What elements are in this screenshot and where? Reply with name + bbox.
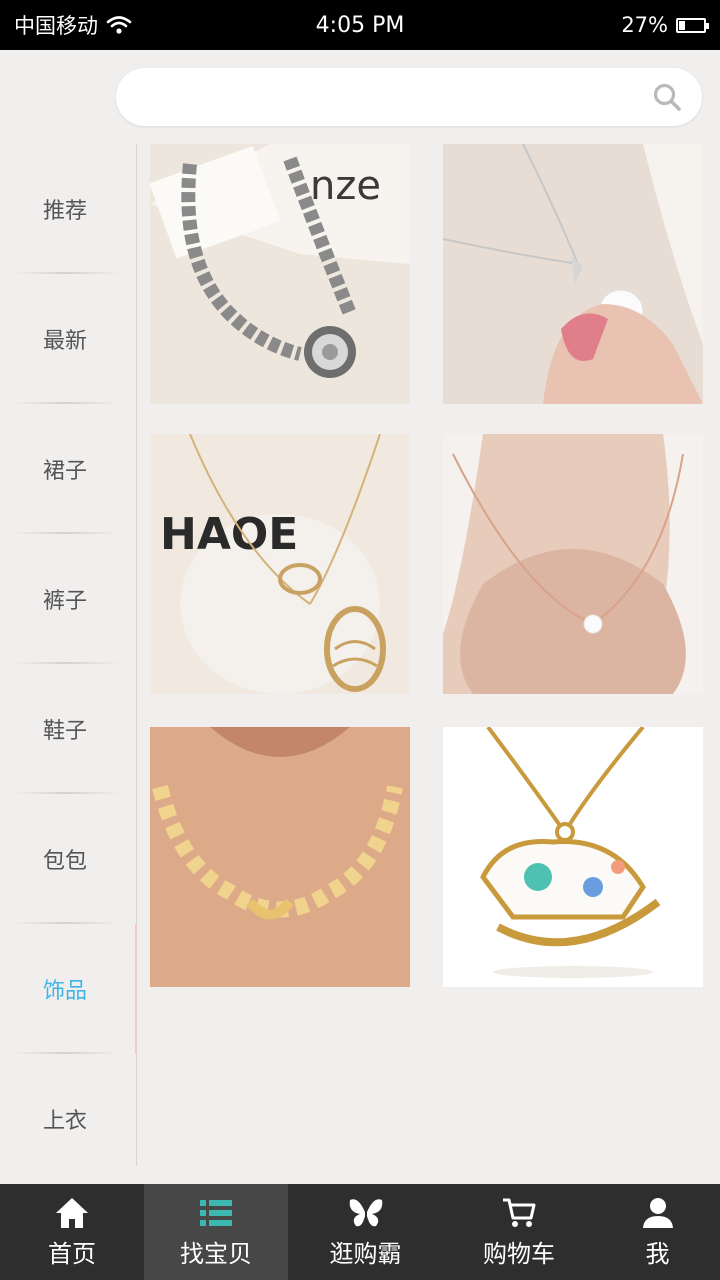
search-bar[interactable] — [116, 68, 702, 126]
butterfly-icon — [349, 1198, 382, 1226]
status-left: 中国移动 — [14, 10, 132, 40]
category-item-bags[interactable]: 包包 — [0, 794, 130, 924]
product-tile-pearl-pendant-necklace[interactable] — [443, 144, 703, 404]
home-icon — [56, 1197, 88, 1228]
category-label: 饰品 — [42, 979, 87, 1004]
category-label: 裤子 — [42, 589, 87, 614]
category-label: 上衣 — [42, 1109, 87, 1134]
nav-find-items[interactable]: 找宝贝 — [144, 1184, 288, 1280]
category-label: 裙子 — [42, 459, 87, 484]
nav-label: 找宝贝 — [180, 1239, 252, 1268]
product-image — [443, 434, 703, 694]
category-item-tops[interactable]: 上衣 — [0, 1054, 130, 1184]
product-image — [150, 727, 410, 987]
nav-browse[interactable]: 逛购霸 — [288, 1184, 443, 1280]
nav-label: 我 — [645, 1239, 670, 1268]
category-sidebar: 推荐 最新 裙子 裤子 鞋子 包包 饰品 上衣 — [0, 144, 137, 1166]
category-label: 鞋子 — [42, 719, 87, 744]
svg-text:HAOE: HAOE — [160, 509, 298, 560]
product-tile-gold-oval-pendant-necklace[interactable]: HAOE — [150, 434, 410, 694]
search-input[interactable] — [136, 76, 636, 118]
category-item-shoes[interactable]: 鞋子 — [0, 664, 130, 794]
category-label: 包包 — [42, 849, 87, 874]
battery-icon — [676, 17, 709, 33]
carrier-name: 中国移动 — [14, 14, 98, 38]
product-tile-silver-chain-necklace[interactable]: nze — [150, 144, 410, 404]
category-item-accessories[interactable]: 饰品 — [0, 924, 130, 1054]
list-icon — [200, 1199, 232, 1226]
product-image — [443, 727, 703, 987]
status-bar: 中国移动 4:05 PM 27% — [0, 0, 720, 50]
nav-me[interactable]: 我 — [595, 1184, 720, 1280]
nav-label: 购物车 — [483, 1239, 555, 1268]
category-item-recommended[interactable]: 推荐 — [0, 144, 130, 274]
nav-home[interactable]: 首页 — [0, 1184, 144, 1280]
nav-label: 逛购霸 — [329, 1239, 402, 1268]
wifi-icon — [106, 16, 132, 34]
category-item-pants[interactable]: 裤子 — [0, 534, 130, 664]
product-tile-rocking-horse-pendant[interactable] — [443, 727, 703, 987]
product-image — [443, 144, 703, 404]
product-image: HAOE — [150, 434, 410, 694]
user-icon — [642, 1197, 673, 1228]
category-label: 推荐 — [42, 199, 87, 224]
battery-percent: 27% — [621, 13, 668, 37]
category-item-newest[interactable]: 最新 — [0, 274, 130, 404]
bottom-nav: 首页 找宝贝 逛购霸 购物车 我 — [0, 1184, 720, 1280]
status-right: 27% — [621, 13, 709, 37]
product-image: nze — [150, 144, 410, 404]
nav-cart[interactable]: 购物车 — [443, 1184, 595, 1280]
nav-label: 首页 — [48, 1239, 96, 1268]
category-item-skirts[interactable]: 裙子 — [0, 404, 130, 534]
svg-text:nze: nze — [310, 163, 381, 209]
search-icon[interactable] — [652, 82, 682, 112]
active-category-marker — [135, 924, 137, 1054]
cart-icon — [503, 1198, 536, 1227]
product-tile-gold-wave-choker[interactable] — [150, 727, 410, 987]
category-label: 最新 — [42, 329, 87, 354]
battery-level — [679, 20, 686, 30]
product-tile-single-pearl-necklace[interactable] — [443, 434, 703, 694]
